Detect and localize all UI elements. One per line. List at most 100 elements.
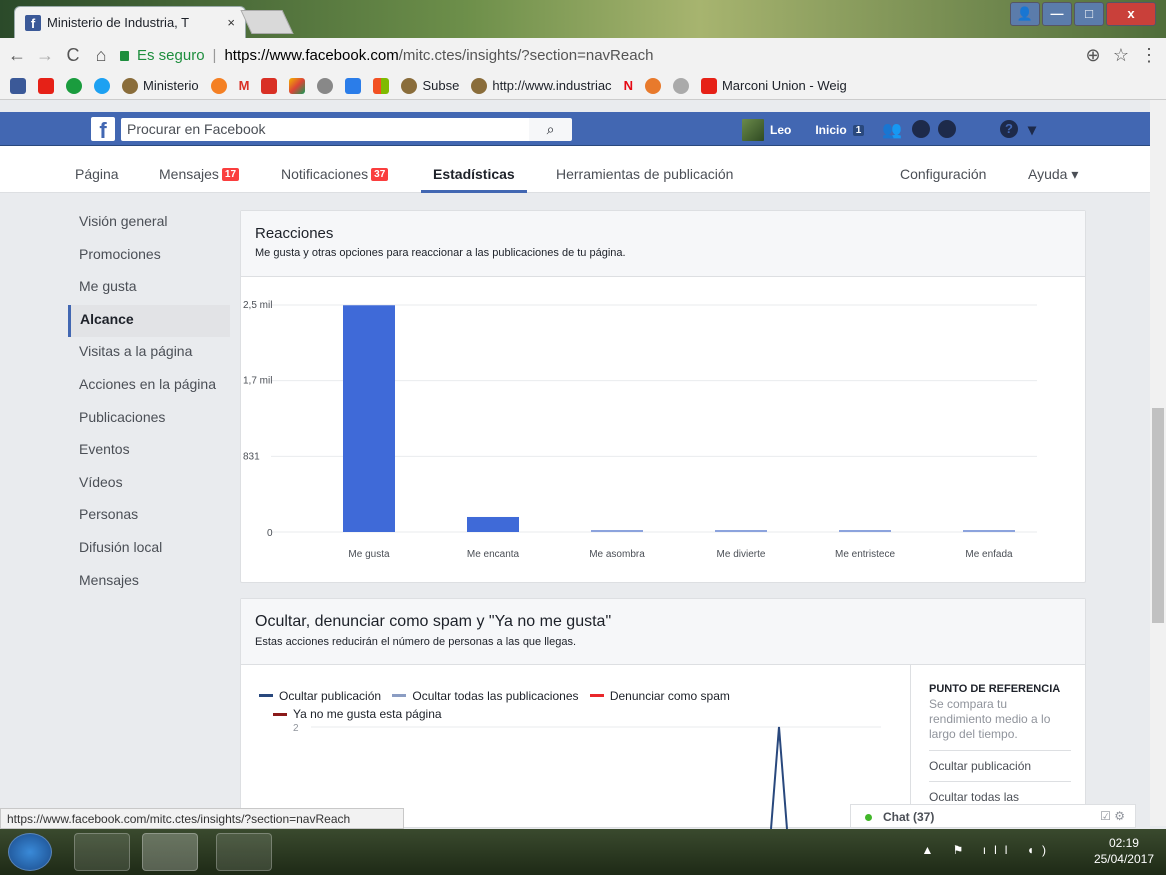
card-subtitle: Me gusta y otras opciones para reacciona…: [255, 247, 626, 259]
user-name: Leo: [770, 123, 792, 137]
orange-gear-bookmark-icon[interactable]: [644, 77, 661, 94]
facebook-favicon-icon: f: [25, 14, 41, 31]
chart-legend: Ocultar publicación Ocultar todas las pu…: [259, 685, 739, 722]
tab-notificaciones[interactable]: Notificaciones 37: [281, 146, 389, 193]
search-input[interactable]: Procurar en Facebook: [121, 118, 529, 141]
user-profile-window-button[interactable]: 👤: [1010, 2, 1040, 26]
file-explorer-icon[interactable]: [74, 833, 130, 871]
url-domain: https://www.facebook.com: [224, 46, 399, 64]
search-button[interactable]: ⌕: [529, 118, 572, 141]
legend-item[interactable]: Ocultar publicación: [259, 688, 381, 704]
friend-requests-icon[interactable]: 👥: [882, 120, 902, 140]
bar[interactable]: [715, 530, 767, 532]
microsoft-bookmark-icon[interactable]: [373, 77, 390, 94]
legend-swatch: [273, 712, 287, 716]
bar[interactable]: [343, 305, 395, 532]
benchmark-row[interactable]: Ocultar todas las: [929, 781, 1071, 804]
sidebar-item[interactable]: Me gusta: [70, 272, 230, 305]
page-nav: Página Mensajes 17 Notificaciones 37 Estad…: [0, 146, 1150, 193]
browser-tab[interactable]: f Ministerio de Industria, T ×: [14, 6, 246, 38]
blue-x-bookmark-icon[interactable]: [345, 77, 362, 94]
reload-button[interactable]: C: [64, 45, 82, 66]
sidebar-item[interactable]: Visión general: [70, 207, 230, 240]
legend-label: Ocultar publicación: [279, 688, 382, 703]
legend-swatch: [392, 694, 407, 697]
bookmark-industria[interactable]: http://www.industriac: [471, 77, 612, 94]
benchmark-heading: PUNTO DE REFERENCIA: [929, 683, 1061, 695]
chat-options-gear-icon[interactable]: ☑ ⚙: [1100, 809, 1125, 823]
youtube-bookmark-icon[interactable]: [38, 77, 54, 94]
clock-time: 02:19: [1108, 836, 1139, 850]
red-bookmark-icon[interactable]: [261, 77, 278, 94]
seal-icon: [471, 77, 488, 94]
messenger-icon[interactable]: [912, 120, 930, 138]
twitter-bookmark-icon[interactable]: [94, 77, 110, 94]
reactions-bar-chart: 0 831 1,7 mil 2,5 mil Me gusta Me encanta Me a…: [243, 300, 1037, 560]
y-tick-label: 0: [267, 528, 273, 539]
tab-mensajes[interactable]: Mensajes 17: [159, 146, 240, 193]
bookmark-subse[interactable]: Subse: [401, 77, 459, 94]
url-input[interactable]: Es seguro | https://www.facebook.com/mit…: [120, 42, 1074, 68]
orange-bookmark-icon[interactable]: [210, 77, 227, 94]
sidebar-item[interactable]: Personas: [70, 500, 230, 533]
green-bookmark-icon[interactable]: [66, 77, 82, 94]
sidebar-item[interactable]: Vídeos: [70, 468, 230, 501]
multicolor-bookmark-icon[interactable]: [289, 77, 306, 94]
tab-herramientas[interactable]: Herramientas de publicación: [556, 146, 733, 193]
bookmark-marconi[interactable]: Marconi Union - Weig: [700, 77, 847, 94]
handshake-bookmark-icon[interactable]: [672, 77, 689, 94]
gmail-bookmark-icon[interactable]: M: [239, 78, 250, 93]
taskbar-clock[interactable]: 02:19 25/04/2017: [1094, 835, 1154, 867]
sidebar-item[interactable]: Acciones en la página: [70, 370, 230, 403]
back-button[interactable]: ←: [8, 45, 26, 66]
home-button[interactable]: ⌂: [92, 45, 110, 66]
sidebar-item[interactable]: Visitas a la página: [70, 337, 230, 370]
bar[interactable]: [467, 516, 519, 532]
sidebar-item[interactable]: Promociones: [70, 240, 230, 273]
gray-bookmark-icon[interactable]: [317, 77, 334, 94]
chrome-icon[interactable]: [142, 833, 198, 871]
bookmark-star-icon[interactable]: ☆: [1112, 45, 1130, 66]
zoom-icon[interactable]: ⊕: [1084, 45, 1102, 66]
tab-configuracion[interactable]: Configuración: [900, 146, 986, 193]
tab-ayuda[interactable]: Ayuda ▾: [1028, 146, 1078, 193]
tab-pagina[interactable]: Página: [75, 146, 119, 193]
facebook-logo-icon[interactable]: f: [91, 117, 115, 143]
sidebar-item[interactable]: Alcance: [68, 304, 230, 338]
start-button-icon[interactable]: [8, 833, 52, 871]
bar[interactable]: [963, 530, 1015, 532]
tab-close-button[interactable]: ×: [227, 15, 235, 30]
legend-item[interactable]: Ocultar todas las publicaciones: [392, 688, 579, 704]
chat-bar[interactable]: Chat (37) ☑ ⚙: [850, 804, 1136, 828]
bar[interactable]: [839, 530, 891, 532]
account-menu-chevron-down-icon[interactable]: ▾: [1028, 120, 1036, 140]
bookmark-ministerio[interactable]: Ministerio: [122, 77, 199, 94]
sidebar-item[interactable]: Eventos: [70, 435, 230, 468]
bar[interactable]: [591, 530, 643, 532]
home-link[interactable]: Inicio: [815, 123, 846, 137]
maximize-button[interactable]: □: [1074, 2, 1104, 26]
benchmark-row[interactable]: Ocultar publicación: [929, 750, 1071, 773]
scrollbar-thumb[interactable]: [1152, 408, 1164, 623]
sidebar-item[interactable]: Difusión local: [70, 533, 230, 566]
sidebar-item[interactable]: Publicaciones: [70, 403, 230, 436]
address-bar-row: ← → C ⌂ Es seguro | https://www.facebook…: [0, 38, 1166, 72]
facebook-bookmark-icon[interactable]: [10, 77, 26, 94]
legend-item[interactable]: Denunciar como spam: [589, 688, 730, 704]
sidebar-item[interactable]: Mensajes: [70, 566, 230, 599]
forward-button[interactable]: →: [36, 45, 54, 66]
tab-estadisticas[interactable]: Estadísticas: [421, 146, 527, 193]
help-icon[interactable]: ?: [1000, 120, 1018, 138]
clock-date: 25/04/2017: [1093, 852, 1154, 866]
word-icon[interactable]: [216, 833, 272, 871]
system-tray-icons[interactable]: ▲ ⚑ ıll ◖): [921, 843, 1054, 857]
browser-menu-icon[interactable]: ⋮: [1140, 45, 1158, 66]
x-tick-label: Me divierte: [717, 549, 766, 560]
profile-link[interactable]: Leo Inicio 1: [742, 119, 865, 141]
globe-notifications-icon[interactable]: [938, 120, 956, 138]
close-window-button[interactable]: x: [1106, 2, 1156, 26]
notificaciones-count-badge: 37: [371, 168, 389, 181]
minimize-button[interactable]: —: [1042, 2, 1072, 26]
lock-icon: [120, 51, 129, 61]
netflix-bookmark-icon[interactable]: N: [624, 78, 633, 93]
